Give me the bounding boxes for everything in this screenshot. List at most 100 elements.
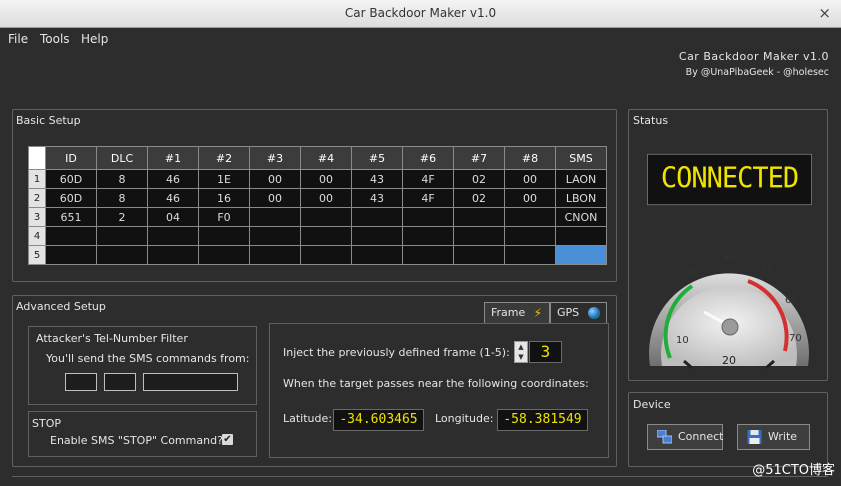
table-cell[interactable]: [45, 226, 97, 246]
table-cell[interactable]: 16: [198, 188, 250, 208]
window-title: Car Backdoor Maker v1.0: [344, 6, 497, 20]
table-cell[interactable]: [351, 245, 403, 265]
col-header[interactable]: #3: [249, 146, 301, 170]
table-row[interactable]: 4: [28, 226, 607, 246]
table-cell[interactable]: [147, 245, 199, 265]
table-cell[interactable]: 8: [96, 188, 148, 208]
tel-country-input[interactable]: [65, 373, 97, 391]
tab-frame-label: Frame: [491, 306, 526, 319]
table-row[interactable]: 5: [28, 245, 607, 265]
col-header[interactable]: #8: [504, 146, 556, 170]
table-cell[interactable]: LBON: [555, 188, 607, 208]
table-cell[interactable]: [198, 245, 250, 265]
table-cell[interactable]: 43: [351, 188, 403, 208]
table-cell[interactable]: F0: [198, 207, 250, 227]
tel-area-input[interactable]: [104, 373, 136, 391]
table-cell[interactable]: 4F: [402, 188, 454, 208]
table-cell[interactable]: 2: [96, 207, 148, 227]
table-cell[interactable]: [504, 207, 556, 227]
table-cell[interactable]: 02: [453, 169, 505, 189]
table-cell[interactable]: [96, 226, 148, 246]
col-header[interactable]: #6: [402, 146, 454, 170]
frames-table[interactable]: ID DLC #1 #2 #3 #4 #5 #6 #7 #8 SMS 1 60D 8…: [28, 146, 607, 265]
row-number[interactable]: 1: [28, 169, 46, 189]
table-cell[interactable]: 00: [504, 188, 556, 208]
table-cell[interactable]: 46: [147, 188, 199, 208]
table-cell[interactable]: 4F: [402, 169, 454, 189]
write-button[interactable]: Write: [737, 424, 810, 450]
table-cell[interactable]: [555, 226, 607, 246]
row-number[interactable]: 2: [28, 188, 46, 208]
col-header[interactable]: DLC: [96, 146, 148, 170]
gauge-tick-label: 70: [789, 333, 802, 344]
table-cell[interactable]: [300, 207, 352, 227]
table-cell[interactable]: 1E: [198, 169, 250, 189]
table-cell[interactable]: [351, 226, 403, 246]
table-cell[interactable]: 8: [96, 169, 148, 189]
table-cell[interactable]: [300, 226, 352, 246]
col-header[interactable]: #2: [198, 146, 250, 170]
table-cell[interactable]: 00: [300, 169, 352, 189]
col-header[interactable]: ID: [45, 146, 97, 170]
table-cell[interactable]: [147, 226, 199, 246]
table-corner[interactable]: [28, 146, 46, 170]
tab-frame[interactable]: Frame ⚡: [484, 302, 550, 324]
table-cell[interactable]: [402, 207, 454, 227]
lightning-icon: ⚡: [533, 306, 542, 320]
col-header[interactable]: #4: [300, 146, 352, 170]
table-row[interactable]: 1 60D 8 46 1E 00 00 43 4F 02 00 LAON: [28, 169, 607, 189]
menu-help[interactable]: Help: [81, 32, 108, 46]
table-cell[interactable]: [351, 207, 403, 227]
table-cell[interactable]: [249, 226, 301, 246]
table-cell[interactable]: LAON: [555, 169, 607, 189]
table-cell[interactable]: [453, 207, 505, 227]
latitude-input[interactable]: -34.603465: [333, 409, 424, 431]
tab-gps[interactable]: GPS: [550, 302, 607, 324]
stop-checkbox[interactable]: ✔: [222, 434, 233, 445]
longitude-input[interactable]: -58.381549: [497, 409, 588, 431]
table-cell[interactable]: 43: [351, 169, 403, 189]
table-cell[interactable]: 04: [147, 207, 199, 227]
table-cell[interactable]: [300, 245, 352, 265]
table-cell[interactable]: [453, 245, 505, 265]
tel-number-input[interactable]: [143, 373, 238, 391]
table-row[interactable]: 2 60D 8 46 16 00 00 43 4F 02 00 LBON: [28, 188, 607, 208]
table-cell[interactable]: [249, 207, 301, 227]
frame-number-input[interactable]: 3: [529, 341, 562, 363]
col-header[interactable]: #7: [453, 146, 505, 170]
table-cell[interactable]: 02: [453, 188, 505, 208]
table-cell[interactable]: 60D: [45, 188, 97, 208]
table-cell[interactable]: [96, 245, 148, 265]
col-header[interactable]: SMS: [555, 146, 607, 170]
row-number[interactable]: 3: [28, 207, 46, 227]
table-cell[interactable]: 00: [249, 169, 301, 189]
table-cell[interactable]: 651: [45, 207, 97, 227]
inject-label: Inject the previously defined frame (1-5…: [283, 346, 510, 359]
row-number[interactable]: 4: [28, 226, 46, 246]
window-titlebar: Car Backdoor Maker v1.0 ×: [0, 0, 841, 28]
menu-file[interactable]: File: [8, 32, 28, 46]
table-cell[interactable]: [453, 226, 505, 246]
table-cell[interactable]: [402, 245, 454, 265]
table-cell[interactable]: [249, 245, 301, 265]
connect-button[interactable]: Connect: [647, 424, 723, 450]
close-icon[interactable]: ×: [818, 0, 831, 27]
table-cell[interactable]: 60D: [45, 169, 97, 189]
row-number[interactable]: 5: [28, 245, 46, 265]
col-header[interactable]: #1: [147, 146, 199, 170]
table-cell[interactable]: 00: [249, 188, 301, 208]
table-cell[interactable]: [45, 245, 97, 265]
table-cell[interactable]: [198, 226, 250, 246]
menu-tools[interactable]: Tools: [40, 32, 70, 46]
table-cell[interactable]: 00: [300, 188, 352, 208]
col-header[interactable]: #5: [351, 146, 403, 170]
table-cell[interactable]: 00: [504, 169, 556, 189]
table-cell[interactable]: [402, 226, 454, 246]
table-cell[interactable]: [504, 226, 556, 246]
table-cell[interactable]: [555, 245, 607, 265]
frame-spin-arrows[interactable]: ▲ ▼: [514, 341, 528, 363]
table-cell[interactable]: [504, 245, 556, 265]
table-row[interactable]: 3 651 2 04 F0 CNON: [28, 207, 607, 227]
table-cell[interactable]: CNON: [555, 207, 607, 227]
table-cell[interactable]: 46: [147, 169, 199, 189]
